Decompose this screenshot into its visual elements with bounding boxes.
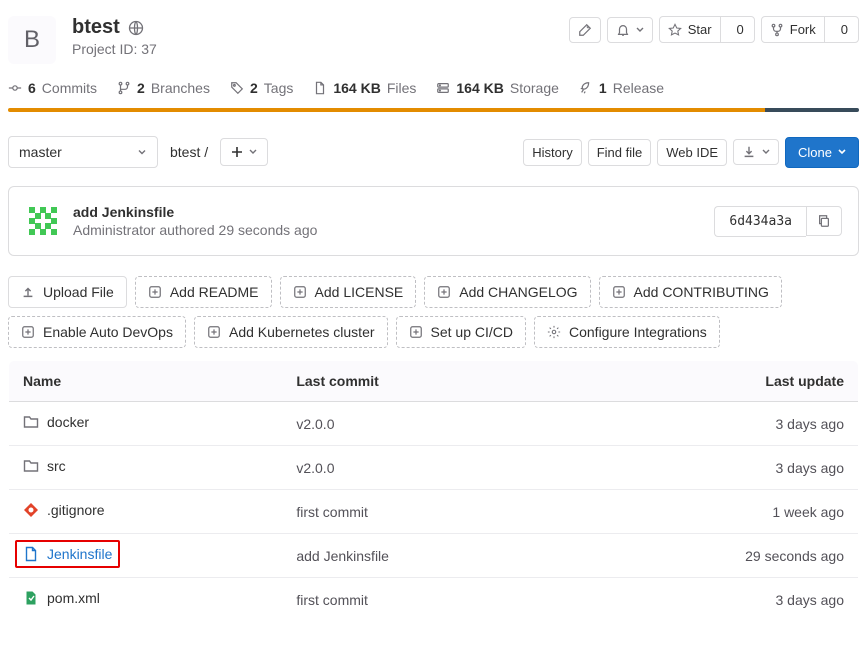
file-green-icon <box>23 590 39 606</box>
notification-button[interactable] <box>607 17 653 43</box>
folder-icon <box>23 414 39 430</box>
file-name-text: Jenkinsfile <box>47 546 112 562</box>
suggest-add-readme[interactable]: Add README <box>135 276 272 308</box>
language-bar <box>8 108 859 112</box>
admin-button[interactable] <box>569 17 601 43</box>
breadcrumb[interactable]: btest / <box>162 144 216 160</box>
col-commit: Last commit <box>282 361 562 402</box>
file-name-text: pom.xml <box>47 590 100 606</box>
download-button[interactable] <box>733 139 779 165</box>
commit-sha: 6d434a3a <box>714 206 806 237</box>
file-row[interactable]: src v2.0.03 days ago <box>9 446 859 490</box>
suggest-set-up-ci/cd[interactable]: Set up CI/CD <box>396 316 526 348</box>
project-id: Project ID: 37 <box>72 41 157 57</box>
tags-stat[interactable]: 2Tags <box>230 80 293 96</box>
commit-time: 29 seconds ago <box>219 222 318 238</box>
file-commit[interactable]: first commit <box>282 578 562 622</box>
file-row[interactable]: docker v2.0.03 days ago <box>9 402 859 446</box>
fork-button[interactable]: Fork 0 <box>761 16 859 43</box>
file-update: 29 seconds ago <box>563 534 859 578</box>
commit-author[interactable]: Administrator <box>73 222 155 238</box>
col-update: Last update <box>563 361 859 402</box>
gitignore-icon <box>23 502 39 518</box>
storage-stat[interactable]: 164 KBStorage <box>436 80 559 96</box>
suggest-add-kubernetes-cluster[interactable]: Add Kubernetes cluster <box>194 316 388 348</box>
suggest-add-changelog[interactable]: Add CHANGELOG <box>424 276 590 308</box>
file-update: 3 days ago <box>563 402 859 446</box>
file-commit[interactable]: v2.0.0 <box>282 446 562 490</box>
folder-icon <box>23 458 39 474</box>
project-avatar: B <box>8 16 56 64</box>
web-ide-button[interactable]: Web IDE <box>657 139 727 166</box>
file-commit[interactable]: first commit <box>282 490 562 534</box>
find-file-button[interactable]: Find file <box>588 139 652 166</box>
upload-file-button[interactable]: Upload File <box>8 276 127 308</box>
file-row[interactable]: pom.xml first commit3 days ago <box>9 578 859 622</box>
commits-stat[interactable]: 6Commits <box>8 80 97 96</box>
file-row[interactable]: Jenkinsfile add Jenkinsfile29 seconds ago <box>9 534 859 578</box>
add-to-tree-button[interactable] <box>220 138 268 166</box>
file-row[interactable]: .gitignore first commit1 week ago <box>9 490 859 534</box>
visibility-icon <box>128 20 144 36</box>
release-stat[interactable]: 1Release <box>579 80 664 96</box>
file-name-text: docker <box>47 414 89 430</box>
suggest-add-contributing[interactable]: Add CONTRIBUTING <box>599 276 782 308</box>
clone-button[interactable]: Clone <box>785 137 859 168</box>
copy-sha-button[interactable] <box>806 206 842 236</box>
files-stat[interactable]: 164 KBFiles <box>313 80 416 96</box>
project-name: btest <box>72 16 120 39</box>
file-update: 3 days ago <box>563 578 859 622</box>
suggest-enable-auto-devops[interactable]: Enable Auto DevOps <box>8 316 186 348</box>
col-name: Name <box>9 361 283 402</box>
history-button[interactable]: History <box>523 139 581 166</box>
file-commit[interactable]: v2.0.0 <box>282 402 562 446</box>
commit-message[interactable]: add Jenkinsfile <box>73 204 317 220</box>
star-button[interactable]: Star 0 <box>659 16 755 43</box>
file-commit[interactable]: add Jenkinsfile <box>282 534 562 578</box>
file-name-text: .gitignore <box>47 502 105 518</box>
file-name-text: src <box>47 458 66 474</box>
commit-author-avatar <box>25 203 61 239</box>
suggest-configure-integrations[interactable]: Configure Integrations <box>534 316 720 348</box>
branch-selector[interactable]: master <box>8 136 158 168</box>
branches-stat[interactable]: 2Branches <box>117 80 210 96</box>
file-update: 3 days ago <box>563 446 859 490</box>
suggest-add-license[interactable]: Add LICENSE <box>280 276 417 308</box>
file-blue-icon <box>23 546 39 562</box>
file-update: 1 week ago <box>563 490 859 534</box>
